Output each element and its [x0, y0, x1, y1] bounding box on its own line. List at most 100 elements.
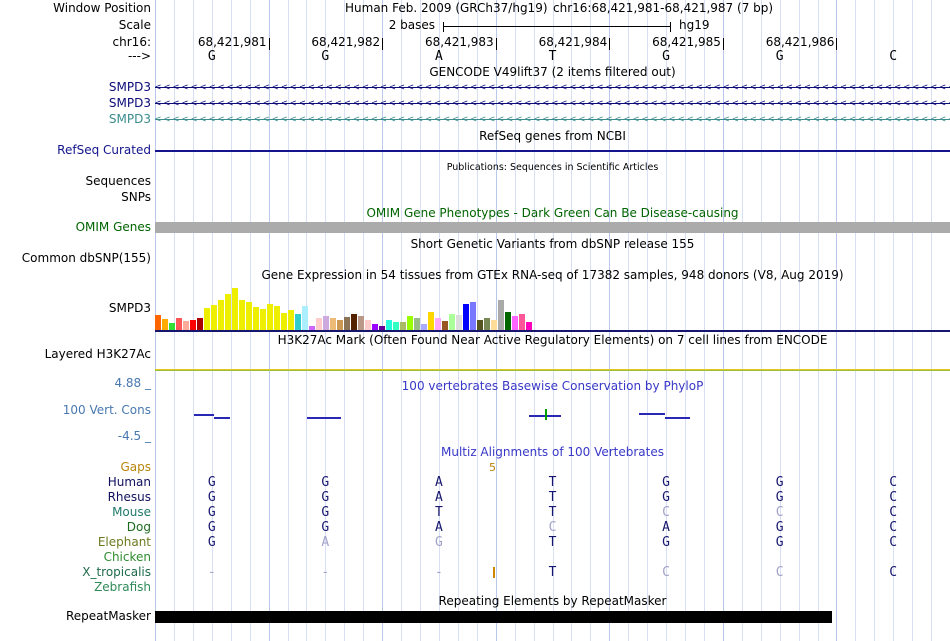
gtex-expression-bar[interactable] [505, 312, 511, 330]
h3k27ac-signal[interactable] [155, 369, 950, 372]
gtex-expression-bar[interactable] [162, 319, 168, 330]
gtex-expression-bar[interactable] [400, 322, 406, 330]
gtex-expression-bar[interactable] [414, 318, 420, 330]
ruler-tick [836, 38, 838, 50]
repeatmasker-label[interactable]: RepeatMasker [66, 610, 151, 623]
sequences-label[interactable]: Sequences [86, 175, 151, 188]
gtex-expression-bar[interactable] [232, 288, 238, 330]
gencode-item-label[interactable]: SMPD3 [109, 97, 151, 110]
gtex-expression-bar[interactable] [155, 315, 161, 330]
gtex-expression-bar[interactable] [253, 307, 259, 330]
gtex-expression-bar[interactable] [190, 320, 196, 330]
phylop-score-mark [194, 414, 214, 416]
gtex-gene-label[interactable]: SMPD3 [109, 302, 151, 315]
gtex-expression-bar[interactable] [519, 314, 525, 330]
window-position-label: Window Position [53, 1, 151, 15]
species-label-human[interactable]: Human [108, 476, 151, 489]
gtex-expression-bar[interactable] [211, 305, 217, 330]
species-label-dog[interactable]: Dog [127, 521, 151, 534]
ruler-tick [268, 38, 270, 50]
h3k27ac-label[interactable]: Layered H3K27Ac [45, 348, 151, 361]
gtex-expression-bar[interactable] [498, 300, 504, 330]
gtex-expression-bar[interactable] [176, 318, 182, 330]
gtex-expression-bar[interactable] [358, 316, 364, 330]
dbsnp-label[interactable]: Common dbSNP(155) [22, 252, 151, 265]
gtex-expression-bar[interactable] [337, 320, 343, 330]
gtex-expression-bar[interactable] [260, 309, 266, 330]
gtex-expression-bar[interactable] [421, 324, 427, 330]
alignment-base: G [207, 520, 216, 535]
omim-track-title: OMIM Gene Phenotypes - Dark Green Can Be… [366, 206, 739, 220]
gencode-transcript[interactable]: <<<<<<<<<<<<<<<<<<<<<<<<<<<<<<<<<<<<<<<<… [155, 97, 950, 110]
alignment-base: G [662, 535, 670, 550]
omim-genes-label[interactable]: OMIM Genes [76, 221, 151, 234]
gaps-label[interactable]: Gaps [120, 461, 151, 474]
gtex-expression-bar[interactable] [407, 316, 413, 330]
alignment-base: C [548, 520, 557, 535]
species-label-x-tropicalis[interactable]: X_tropicalis [82, 566, 151, 579]
refseq-curated-label[interactable]: RefSeq Curated [57, 144, 151, 157]
refseq-gene-item[interactable] [155, 150, 950, 152]
gtex-expression-bar[interactable] [225, 294, 231, 330]
repeatmasker-track-title: Repeating Elements by RepeatMasker [438, 594, 667, 608]
gtex-expression-bar[interactable] [379, 326, 385, 330]
gtex-expression-bar[interactable] [477, 320, 483, 330]
gtex-expression-bar[interactable] [365, 320, 371, 330]
species-label-zebrafish[interactable]: Zebrafish [94, 581, 151, 594]
gtex-expression-bar[interactable] [449, 314, 455, 330]
gtex-expression-bar[interactable] [323, 316, 329, 330]
gtex-expression-bar[interactable] [197, 318, 203, 330]
gtex-expression-bar[interactable] [484, 318, 490, 330]
gtex-expression-bar[interactable] [512, 316, 518, 330]
gtex-expression-bar[interactable] [309, 326, 315, 330]
gtex-expression-bar[interactable] [316, 318, 322, 330]
gtex-expression-bar[interactable] [491, 320, 497, 330]
strand-direction-label: ---> [127, 49, 151, 63]
gtex-expression-bar[interactable] [281, 313, 287, 330]
gtex-expression-bar[interactable] [267, 304, 273, 330]
gtex-expression-bar[interactable] [463, 304, 469, 330]
gtex-expression-bar[interactable] [169, 323, 175, 330]
gtex-expression-bar[interactable] [372, 324, 378, 330]
gencode-transcript[interactable]: <<<<<<<<<<<<<<<<<<<<<<<<<<<<<<<<<<<<<<<<… [155, 81, 950, 94]
gtex-expression-bar[interactable] [288, 310, 294, 330]
species-label-rhesus[interactable]: Rhesus [108, 491, 151, 504]
gtex-expression-bar[interactable] [386, 320, 392, 330]
gtex-expression-bar[interactable] [351, 314, 357, 330]
gtex-expression-bar[interactable] [302, 306, 308, 330]
gencode-item-label[interactable]: SMPD3 [109, 113, 151, 126]
ruler-base: G [775, 49, 784, 64]
gtex-expression-bar[interactable] [470, 302, 476, 330]
gtex-expression-bar[interactable] [330, 318, 336, 330]
alignment-base: C [775, 565, 784, 580]
gencode-item-label[interactable]: SMPD3 [109, 81, 151, 94]
gtex-expression-bar[interactable] [442, 321, 448, 330]
phylop-track-label[interactable]: 100 Vert. Cons [63, 404, 151, 417]
gtex-expression-bar[interactable] [295, 314, 301, 330]
gtex-expression-bar[interactable] [435, 318, 441, 330]
snps-label[interactable]: SNPs [121, 191, 151, 204]
omim-gene-item[interactable] [155, 222, 950, 233]
gtex-expression-bar[interactable] [344, 317, 350, 330]
gtex-expression-bar[interactable] [274, 306, 280, 330]
gencode-track-title: GENCODE V49lift37 (2 items filtered out) [429, 65, 676, 79]
gtex-expression-bar[interactable] [218, 300, 224, 330]
repeat-element-item[interactable] [155, 611, 832, 623]
species-label-chicken[interactable]: Chicken [104, 551, 151, 564]
ruler-base: G [321, 49, 330, 64]
gencode-transcript[interactable]: <<<<<<<<<<<<<<<<<<<<<<<<<<<<<<<<<<<<<<<<… [155, 113, 950, 126]
gtex-expression-bar[interactable] [239, 300, 245, 330]
gtex-expression-bar[interactable] [246, 302, 252, 330]
gtex-expression-bar[interactable] [204, 308, 210, 330]
ruler-coordinate: 68,421,986 [765, 35, 835, 49]
gtex-expression-bar[interactable] [183, 321, 189, 330]
alignment-base: T [548, 475, 557, 490]
gtex-expression-bar[interactable] [456, 315, 462, 330]
species-label-elephant[interactable]: Elephant [98, 536, 151, 549]
species-label-mouse[interactable]: Mouse [112, 506, 151, 519]
alignment-base: C [889, 565, 898, 580]
gtex-expression-bar[interactable] [428, 312, 434, 330]
gtex-expression-bar[interactable] [393, 322, 399, 330]
gtex-expression-bar[interactable] [526, 322, 532, 330]
phylop-score-mark [214, 417, 230, 419]
